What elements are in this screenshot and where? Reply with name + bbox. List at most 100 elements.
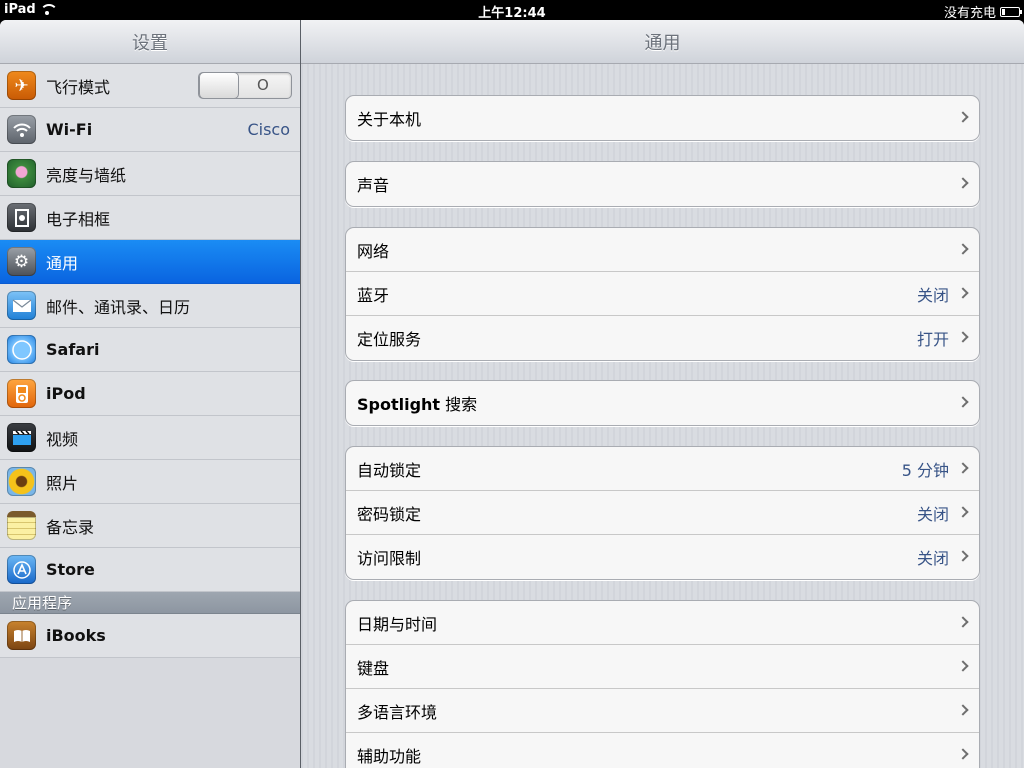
cell-auto-lock[interactable]: 自动锁定 5 分钟	[346, 447, 979, 491]
settings-group-about: 关于本机	[345, 95, 980, 141]
sidebar-item-label: 飞行模式	[46, 77, 111, 97]
settings-group-sound: 声音	[345, 161, 980, 207]
toggle-knob	[199, 72, 239, 99]
toggle-state: O	[257, 76, 269, 94]
flower-wallpaper-icon	[7, 159, 36, 188]
apps-list: iBooks	[0, 614, 300, 658]
cell-label: 定位服务	[357, 330, 422, 349]
sidebar-item-label: 备忘录	[46, 517, 95, 537]
apps-section-header: 应用程序	[0, 592, 300, 614]
sidebar-item-safari[interactable]: Safari	[0, 328, 300, 372]
sidebar-item-brightness-wallpaper[interactable]: 亮度与墙纸	[0, 152, 300, 196]
sidebar-item-label: 邮件、通讯录、日历	[46, 297, 191, 317]
settings-master-pane: 设置 ✈ 飞行模式 O Wi-Fi Cisco 亮度与墙纸 电子相框 ⚙ 通用 …	[0, 20, 300, 768]
cell-value: 关闭	[916, 504, 949, 524]
cell-label: 键盘	[357, 658, 390, 678]
cell-accessibility[interactable]: 辅助功能	[346, 733, 979, 768]
chevron-right-icon	[957, 550, 969, 562]
chevron-right-icon	[957, 111, 969, 123]
sidebar-item-ipod[interactable]: iPod	[0, 372, 300, 416]
sidebar-item-photos[interactable]: 照片	[0, 460, 300, 504]
mail-icon	[7, 291, 36, 320]
settings-group-spotlight: Spotlight 搜索	[345, 380, 980, 426]
chevron-right-icon	[957, 704, 969, 716]
sidebar-item-label: iPod	[46, 384, 86, 403]
sidebar-item-label: 照片	[46, 473, 79, 493]
airplane-mode-toggle[interactable]: O	[198, 72, 292, 99]
sidebar-item-label: 视频	[46, 429, 79, 449]
airplane-icon: ✈	[7, 71, 36, 100]
cell-sound[interactable]: 声音	[346, 162, 979, 206]
cell-label: 自动锁定	[357, 460, 422, 480]
status-time: 上午12:44	[478, 6, 546, 21]
wifi-icon	[7, 115, 36, 144]
cell-value: 关闭	[916, 549, 949, 568]
sidebar-item-label: Safari	[46, 340, 100, 359]
sidebar-item-wifi[interactable]: Wi-Fi Cisco	[0, 108, 300, 152]
chevron-right-icon	[957, 660, 969, 672]
sidebar-item-video[interactable]: 视频	[0, 416, 300, 460]
cell-about[interactable]: 关于本机	[346, 96, 979, 140]
chevron-right-icon	[957, 616, 969, 628]
sunflower-photos-icon	[7, 467, 36, 496]
sidebar-item-label: 亮度与墙纸	[46, 165, 127, 185]
gear-icon: ⚙	[7, 247, 36, 276]
detail-navbar: 通用	[301, 20, 1024, 64]
sidebar-item-store[interactable]: Store	[0, 548, 300, 592]
general-detail-pane: 通用 关于本机 声音 网络 蓝牙 关闭 定位服务 打开 Spotlight 搜索…	[301, 20, 1024, 768]
master-title: 设置	[132, 32, 168, 54]
battery-icon	[1000, 6, 1022, 17]
cell-bluetooth[interactable]: 蓝牙 关闭	[346, 272, 979, 316]
notes-icon	[7, 511, 36, 540]
cell-international[interactable]: 多语言环境	[346, 689, 979, 733]
cell-location-services[interactable]: 定位服务 打开	[346, 316, 979, 360]
sidebar-item-label: Wi-Fi	[46, 120, 93, 139]
chevron-right-icon	[957, 287, 969, 299]
sidebar-item-picture-frame[interactable]: 电子相框	[0, 196, 300, 240]
wifi-network-value: Cisco	[247, 120, 290, 139]
cell-passcode-lock[interactable]: 密码锁定 关闭	[346, 491, 979, 535]
cell-spotlight-search[interactable]: Spotlight 搜索	[346, 381, 979, 425]
detail-title: 通用	[644, 32, 681, 54]
sidebar-item-label: 通用	[46, 253, 79, 273]
detail-body: 关于本机 声音 网络 蓝牙 关闭 定位服务 打开 Spotlight 搜索 自动…	[301, 64, 1024, 768]
chevron-right-icon	[957, 396, 969, 408]
cell-label-rest: 搜索	[440, 395, 478, 414]
sidebar-item-label: iBooks	[46, 626, 106, 645]
cell-label: 蓝牙	[357, 285, 390, 305]
sidebar-item-label: Store	[46, 560, 95, 579]
safari-compass-icon	[7, 335, 36, 364]
cell-label: 多语言环境	[357, 702, 438, 722]
cell-value: 关闭	[916, 285, 949, 305]
cell-label: 网络	[357, 241, 390, 261]
cell-network[interactable]: 网络	[346, 228, 979, 272]
cell-restrictions[interactable]: 访问限制 关闭	[346, 535, 979, 579]
settings-list: ✈ 飞行模式 O Wi-Fi Cisco 亮度与墙纸 电子相框 ⚙ 通用 邮件、…	[0, 64, 300, 592]
cell-label: 声音	[357, 176, 390, 195]
app-store-icon	[7, 555, 36, 584]
cell-label-bold: Spotlight	[357, 395, 441, 414]
chevron-right-icon	[957, 748, 969, 760]
cell-keyboard[interactable]: 键盘	[346, 645, 979, 689]
sidebar-item-general[interactable]: ⚙ 通用	[0, 240, 300, 284]
sidebar-item-airplane-mode[interactable]: ✈ 飞行模式 O	[0, 64, 300, 108]
sidebar-item-ibooks[interactable]: iBooks	[0, 614, 300, 658]
cell-value: 5 分钟	[901, 460, 949, 480]
sidebar-item-mail-contacts-calendar[interactable]: 邮件、通讯录、日历	[0, 284, 300, 328]
ibooks-icon	[7, 621, 36, 650]
settings-group-network: 网络 蓝牙 关闭 定位服务 打开	[345, 227, 980, 361]
cell-label: 关于本机	[357, 110, 422, 129]
battery-area: 没有充电	[943, 2, 1022, 21]
sidebar-item-notes[interactable]: 备忘录	[0, 504, 300, 548]
cell-label: 辅助功能	[357, 747, 422, 766]
chevron-right-icon	[957, 331, 969, 343]
sidebar-item-label: 电子相框	[46, 209, 111, 229]
cell-label: 访问限制	[357, 549, 422, 568]
cell-label: 日期与时间	[357, 614, 438, 634]
cell-date-time[interactable]: 日期与时间	[346, 601, 979, 645]
chevron-right-icon	[957, 177, 969, 189]
picture-frame-icon	[7, 203, 36, 232]
video-clapper-icon	[7, 423, 36, 452]
cell-label: 密码锁定	[357, 504, 422, 524]
charge-status: 没有充电	[943, 6, 996, 21]
